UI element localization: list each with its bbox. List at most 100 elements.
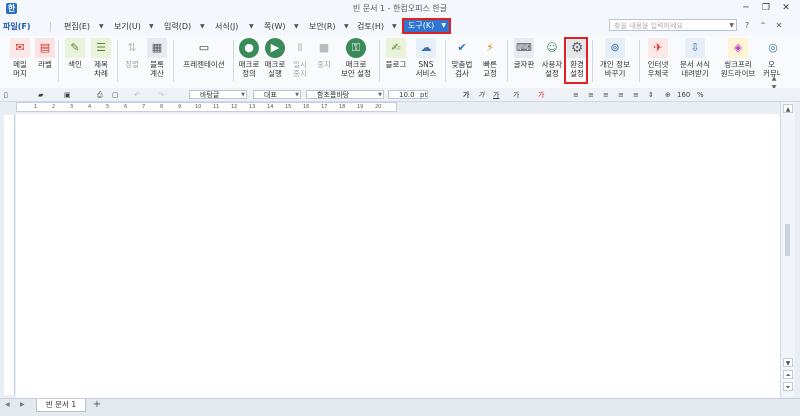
tab-prev-icon[interactable]: ◀ [5,401,10,408]
zoom-value[interactable]: 160 [677,90,690,100]
add-tab-button[interactable]: + [90,399,104,411]
redo-icon[interactable]: ↷ [158,90,164,100]
style-value: 바탕글 [200,91,220,99]
blog-label: 블로그 [385,60,407,69]
keyboard-button[interactable]: ⌨ 글자판 [511,38,537,84]
scroll-up-button[interactable]: ▲ [783,104,793,113]
style-select[interactable]: 바탕글 ▼ [189,90,247,99]
font-size-value: 10.0 [399,91,415,99]
index-button[interactable]: ✎ 색인 [64,38,86,84]
chevron-down-icon[interactable]: ▼ [294,20,299,33]
macro-run-button[interactable]: ▶ 매크로 실행 [263,38,287,84]
presentation-button[interactable]: ▭ 프레젠테이션 [178,38,230,84]
font-select[interactable]: 함초롬바탕 ▼ [306,90,384,99]
language-value: 대표 [264,91,277,99]
undo-icon[interactable]: ↶ [134,90,140,100]
sort-label: 정렬 [125,60,139,69]
blog-button[interactable]: ✍ 블로그 [383,38,409,84]
menu-insert[interactable]: 입력(D) [164,20,191,33]
menu-tools[interactable]: 도구(K) ▼ [402,18,451,34]
macro-security-button[interactable]: ⚿ 매크로 보안 설정 [338,38,374,84]
open-folder-icon[interactable]: ▰ [38,90,43,100]
document-canvas[interactable] [16,114,780,398]
quick-correct-button[interactable]: ⚡ 빠른 교정 [477,38,503,84]
chevron-down-icon[interactable]: ▼ [149,20,154,33]
print-icon[interactable]: ⎙ [97,90,103,100]
spellcheck-button[interactable]: ✔ 맞춤법 검사 [449,38,475,84]
chevron-down-icon[interactable]: ▼ [392,20,397,33]
menu-file[interactable]: 파일(F) [3,20,31,33]
italic-button[interactable]: 가 [478,90,484,100]
ribbon-collapse-icon[interactable]: ⌃ [758,21,768,31]
privacy-button[interactable]: ⊚ 개인 정보 바꾸기 [596,38,634,84]
block-calc-button[interactable]: ▦ 블록 계산 [145,38,169,84]
sort-button[interactable]: ⇅ 정렬 [121,38,143,84]
close-doc-icon[interactable]: ✕ [774,21,784,31]
menu-format[interactable]: 서식(J) [215,20,238,33]
font-size-unit[interactable]: pt [420,90,427,100]
chevron-down-icon[interactable]: ▼ [729,20,734,32]
help-search-input[interactable]: 찾을 내용을 입력하세요 ▼ [609,19,737,31]
doc-format-label: 문서 서식 내려받기 [680,60,710,78]
user-settings-button[interactable]: ☺ 사용자 설정 [539,38,565,84]
vertical-scrollbar[interactable]: ▲ ▼ ⏶ ⏷ [780,102,795,397]
tab-next-icon[interactable]: ▶ [20,401,25,408]
vertical-ruler[interactable] [4,115,15,395]
chevron-down-icon[interactable]: ▼ [99,20,104,33]
save-icon[interactable]: ▣ [64,90,71,100]
chevron-up-icon[interactable]: ▲ [770,74,778,83]
menu-page[interactable]: 쪽(W) [264,20,286,33]
line-spacing-icon[interactable]: ⇕ [648,90,654,100]
distribute-icon[interactable]: ≡ [633,90,639,100]
strike-button[interactable]: 가 [513,90,519,100]
preferences-highlight [564,37,588,84]
chevron-down-icon[interactable]: ▼ [249,20,254,33]
macro-define-button[interactable]: ● 매크로 정의 [237,38,261,84]
ruler-label: 17 [321,104,328,110]
minimize-button[interactable]: ─ [739,2,753,14]
align-right-icon[interactable]: ≡ [618,90,624,100]
new-doc-icon[interactable]: ▯ [4,90,8,100]
menu-view[interactable]: 보기(U) [114,20,141,33]
pause-button[interactable]: Ⅱ 일시 중지 [289,38,311,84]
toc-icon: ☰ [91,38,111,58]
label-button[interactable]: ▤ 라벨 [34,38,56,84]
chevron-down-icon[interactable]: ▼ [344,20,349,33]
preview-icon[interactable]: ▢ [112,90,119,100]
stop-button[interactable]: ■ 중지 [313,38,335,84]
next-page-button[interactable]: ⏷ [783,382,793,391]
help-icon[interactable]: ? [742,21,752,31]
menu-edit[interactable]: 편집(E) [64,20,90,33]
title-toc-button[interactable]: ☰ 제목 차례 [89,38,113,84]
horizontal-ruler[interactable]: 1 2 3 4 5 6 7 8 9 10 11 12 13 14 15 16 1… [16,102,397,112]
prev-page-button[interactable]: ⏶ [783,370,793,379]
scroll-down-button[interactable]: ▼ [783,358,793,367]
tab-document[interactable]: 빈 문서 1 [36,399,86,412]
align-left-icon[interactable]: ≡ [588,90,594,100]
thinkfree-button[interactable]: ◈ 씽크프리 원드라이브 [716,38,760,84]
user-icon: ☺ [546,41,558,54]
align-center-icon[interactable]: ≡ [603,90,609,100]
menu-review[interactable]: 검토(H) [357,20,384,33]
sns-button[interactable]: ☁ SNS 서비스 [411,38,441,84]
internet-check-button[interactable]: ✈ 인터넷 우체국 [643,38,673,84]
underline-button[interactable]: 가 [493,90,499,100]
chevron-down-icon: ▼ [378,92,382,98]
macro-define-label: 매크로 정의 [238,60,260,78]
chevron-down-icon[interactable]: ▼ [200,20,205,33]
font-color-button[interactable]: 가 [538,90,544,100]
close-button[interactable]: ✕ [779,2,793,14]
menu-security[interactable]: 보안(R) [309,20,336,33]
align-justify-icon[interactable]: ≡ [573,90,579,100]
scroll-thumb[interactable] [785,224,790,256]
zoom-icon[interactable]: ⊕ [665,90,671,100]
restore-button[interactable]: ❐ [759,2,773,14]
ruler-label: 18 [339,104,346,110]
language-select[interactable]: 대표 ▼ [253,90,301,99]
zoom-unit[interactable]: % [697,90,704,100]
bold-button[interactable]: 가 [463,90,469,100]
doc-format-button[interactable]: ⇩ 문서 서식 내려받기 [676,38,714,84]
ruler-label: 19 [357,104,364,110]
ribbon-separator [58,40,59,82]
mail-merge-button[interactable]: ✉ 메일 머지 [8,38,32,84]
